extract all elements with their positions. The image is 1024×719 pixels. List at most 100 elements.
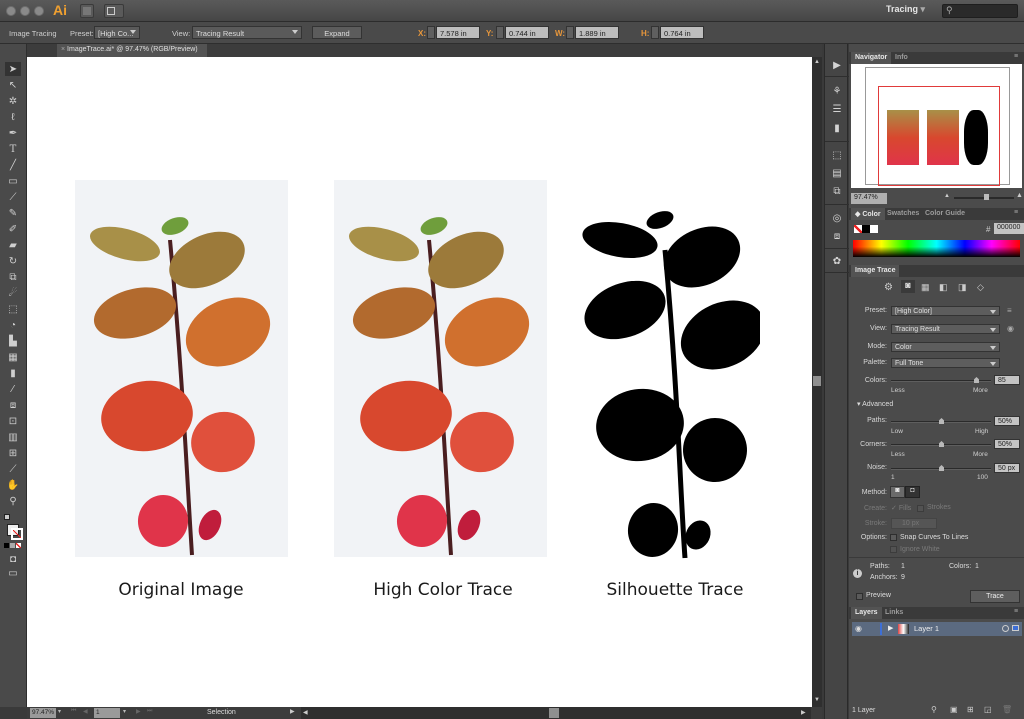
pen-tool[interactable]: ✒ <box>5 126 21 140</box>
actions-icon[interactable]: ▶ <box>829 58 845 72</box>
colors-slider-thumb[interactable] <box>974 377 979 383</box>
panel-menu-icon[interactable]: ≡ <box>1014 53 1018 60</box>
eyedropper-tool[interactable]: ⁄ <box>5 382 21 396</box>
white-swatch[interactable] <box>870 225 878 233</box>
eraser-tool[interactable]: ▰ <box>5 238 21 252</box>
current-tool-status[interactable]: Selection <box>207 709 236 716</box>
new-sublayer-icon[interactable]: ⊞ <box>967 705 974 714</box>
symbols-icon[interactable]: ✿ <box>829 254 845 268</box>
grayscale-preset-icon[interactable]: ◧ <box>939 282 948 293</box>
first-artboard-icon[interactable]: ⏮ <box>71 708 76 715</box>
pencil-tool[interactable]: ✎ <box>5 206 21 220</box>
preset-menu-icon[interactable]: ≡ <box>1007 306 1012 315</box>
noise-field[interactable]: 50 px <box>994 463 1020 473</box>
hex-field[interactable]: 000000 <box>994 223 1024 234</box>
workspace-switcher[interactable]: Tracing ▾ <box>886 4 925 15</box>
clipping-mask-icon[interactable]: ▣ <box>950 705 958 714</box>
close-window-button[interactable] <box>6 6 16 16</box>
paths-field[interactable]: 50% <box>994 416 1020 426</box>
lasso-tool[interactable]: ℓ <box>5 110 21 124</box>
original-image[interactable] <box>75 180 288 557</box>
shape-builder-tool[interactable]: ◔ <box>5 318 21 332</box>
rectangle-tool[interactable]: ▭ <box>5 174 21 188</box>
trace-palette-dropdown[interactable]: Full Tone <box>891 358 1000 368</box>
corners-slider-thumb[interactable] <box>939 441 944 447</box>
panel-menu-icon[interactable]: ≡ <box>1014 209 1018 216</box>
navigator-zoom-field[interactable]: 97.47% <box>851 193 887 204</box>
tab-image-trace[interactable]: Image Trace <box>851 265 900 277</box>
zoom-level-field[interactable]: 97.47% <box>30 708 56 718</box>
none-mode-button[interactable] <box>16 543 21 548</box>
preset-dropdown[interactable]: [High Co... <box>94 26 140 39</box>
transform-icon[interactable]: ⬚ <box>829 148 845 162</box>
selection-indicator[interactable] <box>1012 625 1019 631</box>
low-color-preset-icon[interactable]: ▦ <box>921 282 930 293</box>
paths-slider-thumb[interactable] <box>939 418 944 424</box>
rotate-tool[interactable]: ↻ <box>5 254 21 268</box>
ignore-white-checkbox[interactable] <box>890 546 897 553</box>
color-spectrum[interactable] <box>853 240 1020 257</box>
line-segment-tool[interactable]: ╱ <box>5 158 21 172</box>
trace-view-dropdown[interactable]: Tracing Result <box>891 324 1000 334</box>
brushes-icon[interactable]: ⚘ <box>829 84 845 98</box>
gradient-icon[interactable]: ▮ <box>829 121 845 135</box>
zoom-out-icon[interactable]: ▲ <box>944 193 950 199</box>
zoom-in-icon[interactable]: ▲ <box>1016 192 1023 199</box>
horizontal-scroll-thumb[interactable] <box>549 708 559 718</box>
magic-wand-tool[interactable]: ✲ <box>5 94 21 108</box>
h-field[interactable]: 0.764 in <box>660 26 704 39</box>
selection-tool[interactable]: ➤ <box>5 62 21 76</box>
colors-field[interactable]: 85 <box>994 375 1020 385</box>
align-icon[interactable]: ▤ <box>829 166 845 180</box>
artboard-number-field[interactable]: 1 <box>94 708 120 718</box>
x-stepper[interactable] <box>427 26 435 39</box>
preview-checkbox[interactable] <box>856 593 863 600</box>
search-input[interactable]: ⚲ <box>942 4 1018 18</box>
gradient-mode-button[interactable] <box>10 543 15 548</box>
auto-color-preset-icon[interactable]: ⚙ <box>884 282 893 293</box>
panel-menu-icon[interactable]: ≡ <box>1014 608 1018 615</box>
tab-swatches[interactable]: Swatches <box>883 208 923 220</box>
artboard-tool[interactable]: ⊞ <box>5 446 21 460</box>
corners-field[interactable]: 50% <box>994 439 1020 449</box>
zoom-dropdown-icon[interactable]: ▾ <box>58 708 61 715</box>
scroll-left-icon[interactable]: ◀ <box>303 709 308 716</box>
trace-preset-dropdown[interactable]: [High Color] <box>891 306 1000 316</box>
gradient-tool[interactable]: ▮ <box>5 366 21 380</box>
bridge-button[interactable] <box>80 4 94 18</box>
drawing-modes-icon[interactable]: ◘ <box>5 552 21 566</box>
method-overlapping-button[interactable]: ◘ <box>905 486 920 498</box>
tab-links[interactable]: Links <box>881 607 907 619</box>
fills-checkbox[interactable]: ✓ Fills <box>891 504 911 512</box>
y-stepper[interactable] <box>496 26 504 39</box>
document-tab[interactable]: × ImageTrace.ai* @ 97.47% (RGB/Preview) <box>57 44 207 57</box>
status-menu-icon[interactable]: ▶ <box>290 708 295 715</box>
perspective-grid-tool[interactable]: ▙ <box>5 334 21 348</box>
new-layer-icon[interactable]: ◲ <box>984 705 992 714</box>
method-abutting-button[interactable]: ◙ <box>890 486 905 498</box>
color-mode-button[interactable] <box>4 543 9 548</box>
expand-layer-icon[interactable]: ▶ <box>888 624 893 632</box>
vertical-scrollbar[interactable]: ▲ ▼ <box>812 57 822 707</box>
warp-tool[interactable]: ☄ <box>5 286 21 300</box>
black-swatch[interactable] <box>862 225 870 233</box>
delete-layer-icon[interactable]: 🗑 <box>1002 705 1012 714</box>
h-stepper[interactable] <box>651 26 659 39</box>
y-field[interactable]: 0.744 in <box>505 26 549 39</box>
screen-mode-icon[interactable]: ▭ <box>5 566 21 580</box>
tab-navigator[interactable]: Navigator <box>851 52 892 64</box>
mesh-tool[interactable]: ▦ <box>5 350 21 364</box>
strokes-checkbox[interactable] <box>917 505 924 512</box>
scale-tool[interactable]: ⧉ <box>5 270 21 284</box>
pathfinder-icon[interactable]: ⧉ <box>829 184 845 198</box>
scroll-down-icon[interactable]: ▼ <box>814 697 820 703</box>
tab-color[interactable]: ◆ Color <box>851 208 885 220</box>
x-field[interactable]: 7.578 in <box>436 26 480 39</box>
minimize-window-button[interactable] <box>20 6 30 16</box>
scroll-right-icon[interactable]: ▶ <box>801 709 806 716</box>
artboard-canvas[interactable]: Original Image High Color Trace Silhouet… <box>27 57 812 707</box>
hand-tool[interactable]: ✋ <box>5 478 21 492</box>
visibility-eye-icon[interactable]: ◉ <box>855 624 862 633</box>
eye-icon[interactable]: ◉ <box>1007 324 1014 333</box>
artboard-dropdown-icon[interactable]: ▾ <box>123 708 126 715</box>
